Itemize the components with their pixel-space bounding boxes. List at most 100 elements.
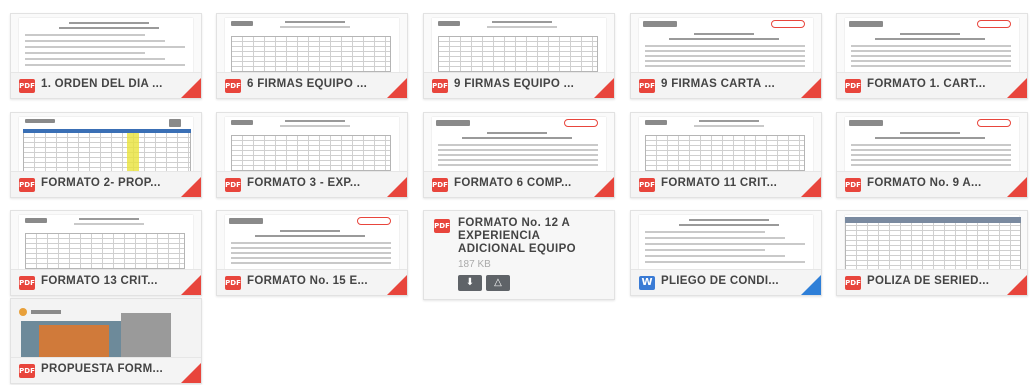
file-name: PLIEGO DE CONDI...	[661, 275, 779, 287]
file-card[interactable]: PDF 9 FIRMAS CARTA ...	[630, 13, 822, 99]
file-card[interactable]: PDF FORMATO 3 - EXP...	[216, 112, 408, 198]
logo-mark	[564, 119, 598, 127]
thumbnail-mark	[669, 38, 779, 40]
thumbnail-mark	[25, 46, 185, 48]
file-card[interactable]: PDF FORMATO 11 CRIT...	[630, 112, 822, 198]
pdf-icon: PDF	[225, 276, 241, 290]
file-name: PÓLIZA DE SERIED...	[867, 275, 990, 287]
file-type-corner	[387, 275, 407, 295]
file-thumbnail[interactable]	[11, 211, 201, 271]
file-footer[interactable]: PDF FORMATO 13 CRIT...	[11, 269, 201, 295]
file-footer[interactable]: PDF FORMATO No. 15 E...	[217, 269, 407, 295]
thumbnail-mark	[900, 33, 960, 35]
pdf-icon: PDF	[19, 276, 35, 290]
thumbnail-mark	[69, 22, 149, 24]
file-thumbnail[interactable]	[837, 113, 1027, 173]
header-band	[23, 129, 191, 133]
thumbnail-mark	[438, 149, 598, 151]
thumbnail-mark	[23, 129, 191, 173]
file-footer[interactable]: PDF PÓLIZA DE SERIED...	[837, 269, 1027, 295]
thumbnail-mark	[25, 52, 145, 54]
thumbnail-page	[19, 215, 193, 271]
thumbnail-mark	[438, 164, 598, 166]
file-thumbnail[interactable]	[11, 14, 201, 74]
file-card[interactable]: PDF FORMATO 13 CRIT...	[10, 210, 202, 296]
thumbnail-mark	[79, 218, 139, 220]
thumbnail-mark	[59, 27, 159, 29]
photo-bld3	[121, 313, 171, 359]
thumbnail-mark	[231, 120, 253, 125]
brand-logo	[19, 303, 69, 316]
file-footer[interactable]: W PLIEGO DE CONDI...	[631, 269, 821, 295]
file-card[interactable]: PDF FORMATO No. 12 A EXPERIENCIA ADICIONA…	[423, 210, 615, 300]
thumbnail-mark	[438, 159, 598, 161]
thumbnail-mark	[694, 125, 764, 127]
thumbnail-page	[225, 18, 399, 74]
file-name: 9 FIRMAS EQUIPO ...	[454, 78, 575, 90]
thumbnail-mark	[492, 21, 552, 23]
file-name: FORMATO 1. CART...	[867, 78, 986, 90]
file-thumbnail[interactable]	[217, 211, 407, 271]
file-footer[interactable]: PDF FORMATO 3 - EXP...	[217, 171, 407, 197]
file-footer[interactable]: PDF 6 FIRMAS EQUIPO ...	[217, 72, 407, 98]
file-type-corner	[181, 275, 201, 295]
file-thumbnail[interactable]	[837, 14, 1027, 74]
file-card[interactable]: PDF FORMATO No. 15 E...	[216, 210, 408, 296]
thumbnail-mark	[645, 55, 805, 57]
file-thumbnail[interactable]	[631, 14, 821, 74]
logo-mark	[977, 119, 1011, 127]
file-name: FORMATO 13 CRIT...	[41, 275, 158, 287]
thumbnail-mark	[645, 60, 805, 62]
file-footer[interactable]: PDF FORMATO No. 9 A...	[837, 171, 1027, 197]
file-name: FORMATO 3 - EXP...	[247, 177, 361, 189]
thumbnail-mark	[436, 120, 470, 126]
file-card[interactable]: PDF FORMATO 2- PROP...	[10, 112, 202, 198]
add-to-drive-button[interactable]: △	[486, 275, 510, 291]
file-card[interactable]: PDF 1. ORDEN DEL DÍA ...	[10, 13, 202, 99]
thumbnail-mark	[645, 45, 805, 47]
pdf-icon: PDF	[845, 276, 861, 290]
file-thumbnail[interactable]	[217, 14, 407, 74]
file-card[interactable]: PDF FORMATO 1. CART...	[836, 13, 1028, 99]
file-type-corner	[181, 363, 201, 383]
file-card[interactable]: PDF 6 FIRMAS EQUIPO ...	[216, 13, 408, 99]
thumbnail-mark	[875, 137, 985, 139]
file-footer[interactable]: PDF FORMATO 1. CART...	[837, 72, 1027, 98]
file-type-corner	[387, 78, 407, 98]
thumbnail-mark	[285, 21, 345, 23]
file-footer[interactable]: PDF 9 FIRMAS CARTA ...	[631, 72, 821, 98]
file-thumbnail[interactable]	[11, 113, 201, 173]
file-name: PROPUESTA FORM...	[41, 363, 164, 375]
file-footer[interactable]: PDF PROPUESTA FORM...	[11, 357, 201, 383]
file-footer[interactable]: PDF FORMATO 6 COMP...	[424, 171, 614, 197]
file-thumbnail[interactable]	[11, 299, 201, 359]
file-footer[interactable]: PDF 9 FIRMAS EQUIPO ...	[424, 72, 614, 98]
thumbnail-page	[432, 18, 606, 74]
file-type-corner	[594, 177, 614, 197]
file-name: FORMATO 6 COMP...	[454, 177, 572, 189]
file-thumbnail[interactable]	[424, 113, 614, 173]
file-footer[interactable]: PDF FORMATO 2- PROP...	[11, 171, 201, 197]
file-thumbnail[interactable]	[837, 211, 1027, 271]
file-card[interactable]: PDF PÓLIZA DE SERIED...	[836, 210, 1028, 296]
file-card[interactable]: PDF FORMATO 6 COMP...	[423, 112, 615, 198]
pdf-icon: PDF	[432, 178, 448, 192]
thumbnail-mark	[849, 21, 883, 27]
file-thumbnail[interactable]	[631, 113, 821, 173]
file-card[interactable]: W PLIEGO DE CONDI...	[630, 210, 822, 296]
download-button[interactable]: ⬇	[458, 275, 482, 291]
thumbnail-mark	[280, 26, 350, 28]
file-card[interactable]: PDF PROPUESTA FORM...	[10, 298, 202, 384]
highlight-column	[127, 131, 139, 171]
file-card[interactable]: PDF FORMATO No. 9 A...	[836, 112, 1028, 198]
file-name: 1. ORDEN DEL DÍA ...	[41, 78, 163, 90]
thumbnail-page	[845, 117, 1019, 173]
file-card[interactable]: PDF 9 FIRMAS EQUIPO ...	[423, 13, 615, 99]
file-thumbnail[interactable]	[631, 211, 821, 271]
thumbnail-mark	[231, 21, 253, 26]
file-thumbnail[interactable]	[424, 14, 614, 74]
file-footer[interactable]: PDF FORMATO 11 CRIT...	[631, 171, 821, 197]
file-footer[interactable]: PDF 1. ORDEN DEL DÍA ...	[11, 72, 201, 98]
thumbnail-mark	[438, 144, 598, 146]
file-thumbnail[interactable]	[217, 113, 407, 173]
